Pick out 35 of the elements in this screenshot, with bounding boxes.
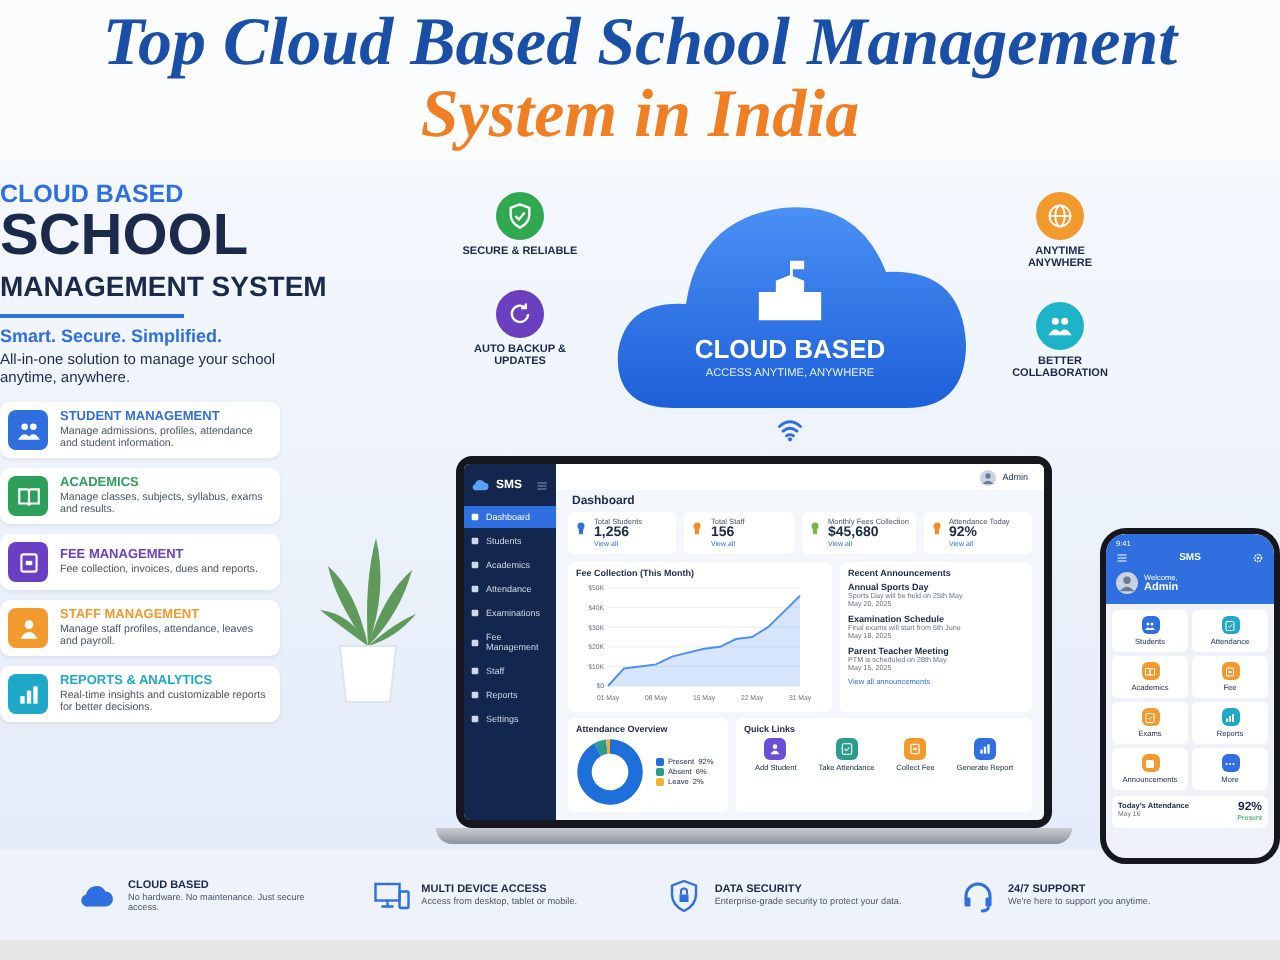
shield-check-icon <box>506 202 534 230</box>
wifi-icon <box>776 416 804 444</box>
square-icon <box>470 608 480 618</box>
shield-lock-icon <box>666 877 703 913</box>
square-icon <box>470 690 480 700</box>
avatar-icon <box>980 469 997 485</box>
square-icon <box>470 560 480 570</box>
square-icon <box>470 584 480 594</box>
square-icon <box>470 714 480 724</box>
wallet-icon <box>15 549 41 575</box>
page-title: System in India <box>420 80 860 152</box>
hero-headline: SCHOOL <box>0 208 251 266</box>
person-icon <box>15 615 41 641</box>
square-icon <box>470 637 480 647</box>
bar-chart-icon <box>15 681 41 707</box>
monitor-phone-icon <box>373 877 410 913</box>
menu-icon <box>536 479 548 491</box>
cloud-icon <box>472 476 490 494</box>
hero-tagline: Smart. Secure. Simplified. <box>0 326 225 346</box>
square-icon <box>470 512 480 522</box>
globe-icon <box>1046 202 1074 230</box>
people-icon <box>1046 312 1074 340</box>
settings-icon <box>1252 552 1264 564</box>
menu-icon <box>1116 552 1128 564</box>
square-icon <box>470 536 480 546</box>
book-icon <box>15 483 41 509</box>
people-icon <box>15 417 41 443</box>
page-title: Top Cloud Based School Management <box>102 8 1178 80</box>
hero-eyebrow: CLOUD BASED <box>0 180 186 208</box>
hero-subhead: MANAGEMENT SYSTEM <box>0 270 329 302</box>
headset-icon <box>959 877 996 913</box>
refresh-icon <box>506 300 534 328</box>
square-icon <box>470 666 480 676</box>
cloud-title: CLOUD BASED <box>694 334 886 364</box>
avatar-icon <box>1116 572 1138 594</box>
